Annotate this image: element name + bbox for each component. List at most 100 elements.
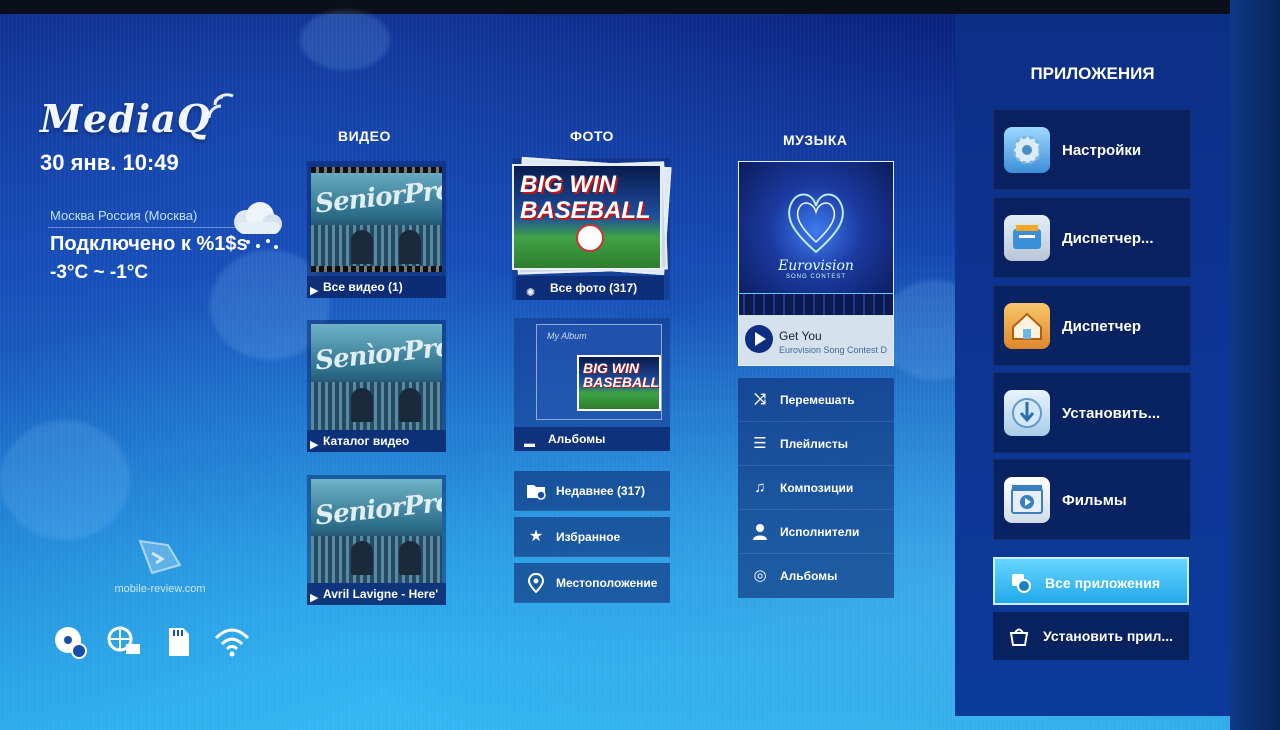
music-shuffle-label: Перемешать	[780, 393, 855, 407]
app-home-manager-label: Диспетчер	[1062, 318, 1142, 335]
bokeh-light	[0, 420, 130, 540]
video-thumbnail: SenìorProm	[311, 324, 442, 430]
music-artists-label: Исполнители	[780, 525, 860, 539]
all-apps-label: Все приложения	[1045, 575, 1161, 591]
music-playlists-label: Плейлисты	[780, 437, 848, 451]
photo-albums-label: ▬ Альбомы	[514, 427, 670, 451]
video-tile-catalog[interactable]: SenìorProm ▶ Каталог видео	[307, 320, 446, 452]
now-playing-track: Get You	[779, 329, 822, 343]
photo-tile-text: Все фото (317)	[550, 281, 638, 295]
album-title: Eurovision	[778, 258, 854, 274]
photo-thumb-text: BASEBALL	[520, 197, 651, 224]
album-art: Eurovision SONG CONTEST	[739, 162, 893, 315]
home-manager-icon	[1004, 303, 1050, 349]
apps-title: ПРИЛОЖЕНИЯ	[1030, 64, 1155, 83]
video-tile-label: ▶ Все видео (1)	[307, 276, 446, 298]
install-apps-label: Установить прил...	[1043, 628, 1174, 644]
photo-location-label: Местоположение	[556, 576, 658, 590]
music-albums-label: Альбомы	[780, 569, 838, 583]
top-bezel	[0, 0, 1280, 14]
music-albums-button[interactable]: ◎ Альбомы	[738, 554, 894, 598]
photo-albums-text: Альбомы	[548, 432, 606, 446]
app-movies[interactable]: Фильмы	[993, 459, 1191, 540]
video-tile-text: Avril Lavigne - Here'	[323, 587, 439, 601]
weather-status: Подключено к %1$s	[50, 233, 248, 255]
usb-bluetooth-icon	[52, 624, 88, 660]
watermark: mobile-review.com	[100, 535, 220, 595]
photo-thumb-text: BIG WIN	[520, 171, 616, 198]
photo-location-button[interactable]: Местоположение	[514, 563, 670, 603]
photo-favorites-button[interactable]: ★ Избранное	[514, 517, 670, 557]
photo-tile-label: ✺ Все фото (317)	[516, 276, 664, 300]
album-thumbnail: My Album BIG WIN BASEBALL	[536, 324, 662, 420]
video-thumbnail: SeniorProm	[311, 167, 442, 272]
photo-thumbnail: BIG WIN BASEBALL	[512, 164, 662, 270]
photo-recent-button[interactable]: Недавнее (317)	[514, 471, 670, 511]
folder-clock-icon	[526, 481, 546, 501]
app-file-manager-label: Диспетчер...	[1062, 230, 1154, 247]
status-bar	[52, 624, 250, 660]
shopping-bag-icon	[1007, 624, 1031, 648]
now-playing-bar: Get You Eurovision Song Contest D	[739, 315, 893, 365]
install-apps-button[interactable]: Установить прил...	[993, 612, 1189, 660]
video-tile-text: Все видео (1)	[323, 280, 403, 294]
album-caption: My Album	[547, 331, 587, 341]
video-thumbnail: SeniorProm	[311, 479, 442, 583]
clock-datetime: 30 янв. 10:49	[40, 150, 179, 175]
heart-logo-icon	[788, 193, 844, 254]
music-tracks-button[interactable]: ♫ Композиции	[738, 466, 894, 510]
play-small-icon: ▶	[310, 592, 319, 604]
film-edge	[311, 266, 442, 272]
all-apps-button[interactable]: Все приложения	[993, 557, 1189, 605]
photo-tile-albums[interactable]: My Album BIG WIN BASEBALL ▬ Альбомы	[514, 318, 670, 451]
brand-logo: MediaQ	[40, 96, 211, 141]
video-tile-text: Каталог видео	[323, 434, 410, 448]
music-shuffle-button[interactable]: ⤨ Перемешать	[738, 378, 894, 422]
app-installer[interactable]: Установить...	[993, 372, 1191, 453]
snow-cloud-icon	[234, 202, 282, 249]
app-settings[interactable]: Настройки	[993, 109, 1191, 190]
installer-icon	[1004, 390, 1050, 436]
location-pin-icon	[526, 573, 546, 593]
watermark-text: mobile-review.com	[114, 583, 206, 595]
sd-card-icon	[160, 624, 196, 660]
photo-recent-label: Недавнее (317)	[556, 484, 645, 498]
music-playlists-button[interactable]: ☰ Плейлисты	[738, 422, 894, 466]
film-edge	[311, 167, 442, 173]
star-icon: ★	[528, 528, 544, 545]
video-tile-recent[interactable]: SeniorProm ▶ Avril Lavigne - Here'	[307, 475, 446, 605]
play-button-icon[interactable]	[745, 325, 773, 353]
video-tile-label: ▶ Каталог видео	[307, 430, 446, 452]
wifi-icon	[214, 624, 250, 660]
shuffle-icon: ⤨	[753, 391, 766, 408]
photo-tile-all[interactable]: BIG WIN BASEBALL ✺ Все фото (317)	[512, 156, 672, 300]
now-playing-artist: Eurovision Song Contest D	[779, 345, 888, 355]
video-tile-all[interactable]: SeniorProm ▶ Все видео (1)	[307, 161, 446, 298]
apps-grid-icon	[1009, 571, 1033, 595]
music-section-title: МУЗЫКА	[783, 132, 848, 148]
music-now-playing-card[interactable]: Eurovision SONG CONTEST Get You Eurovisi…	[738, 161, 894, 366]
album-skyline	[739, 293, 893, 315]
app-file-manager[interactable]: Диспетчер...	[993, 197, 1191, 278]
music-artists-button[interactable]: Исполнители	[738, 510, 894, 554]
app-settings-label: Настройки	[1062, 142, 1142, 159]
signal-wave-icon	[207, 93, 234, 119]
music-menu: ⤨ Перемешать ☰ Плейлисты ♫ Композиции Ис…	[738, 378, 894, 598]
disc-icon: ◎	[753, 567, 767, 584]
settings-gear-icon	[1004, 127, 1050, 173]
folder-icon: ▬	[524, 438, 535, 450]
weather-location: Москва Россия (Москва)	[50, 208, 198, 223]
weather-temperature: -3°C ~ -1°C	[50, 262, 149, 283]
app-home-manager[interactable]: Диспетчер	[993, 285, 1191, 366]
photo-favorites-label: Избранное	[556, 530, 621, 544]
watermark-logo-icon	[138, 539, 182, 575]
photo-section-title: ФОТО	[570, 128, 614, 144]
movies-icon	[1004, 477, 1050, 523]
video-section-title: ВИДЕО	[338, 128, 391, 144]
bokeh-light	[300, 10, 390, 70]
app-movies-label: Фильмы	[1062, 492, 1127, 509]
person-icon	[750, 522, 770, 542]
app-installer-label: Установить...	[1062, 405, 1161, 422]
network-icon	[106, 624, 142, 660]
photo-all-icon: ✺	[526, 287, 536, 299]
